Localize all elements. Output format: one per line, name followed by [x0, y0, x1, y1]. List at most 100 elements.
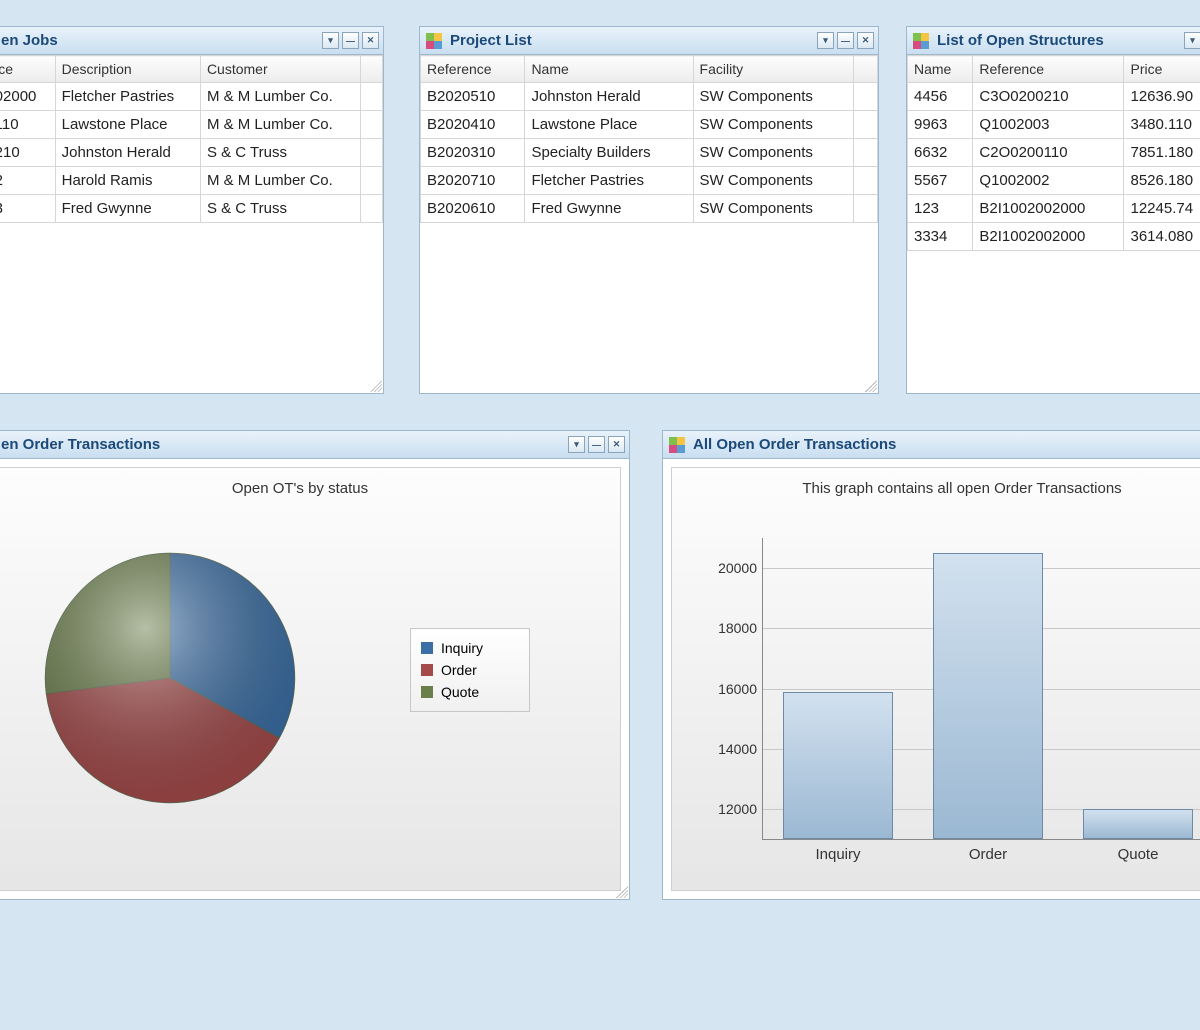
table-row[interactable]: 002Harold RamisM & M Lumber Co.: [0, 167, 383, 195]
x-axis-label: Order: [918, 846, 1058, 863]
table-cell[interactable]: 002: [0, 167, 55, 195]
table-cell[interactable]: B2I1002002000: [973, 223, 1124, 251]
table-row[interactable]: 3334B2I10020020003614.080: [908, 223, 1200, 251]
table-cell[interactable]: 003: [0, 195, 55, 223]
column-header[interactable]: Customer: [200, 56, 361, 83]
table-row[interactable]: 00110Lawstone PlaceM & M Lumber Co.: [0, 111, 383, 139]
table-row[interactable]: 4456C3O020021012636.90: [908, 83, 1200, 111]
table-cell[interactable]: B2020710: [421, 167, 525, 195]
table-cell[interactable]: SW Components: [693, 83, 854, 111]
close-icon[interactable]: ✕: [608, 436, 625, 453]
table-cell[interactable]: SW Components: [693, 139, 854, 167]
table-row[interactable]: 5567Q10020028526.180: [908, 167, 1200, 195]
table-cell[interactable]: SW Components: [693, 195, 854, 223]
column-header[interactable]: Reference: [973, 56, 1124, 83]
panel-header[interactable]: Project List ▾ — ✕: [420, 27, 878, 55]
table-cell[interactable]: 5567: [908, 167, 973, 195]
table-cell[interactable]: B2020310: [421, 139, 525, 167]
table-cell[interactable]: 8526.180: [1124, 167, 1200, 195]
chart-legend: Inquiry Order Quote: [410, 628, 530, 712]
table-cell[interactable]: B2020410: [421, 111, 525, 139]
bar-chart-area: This graph contains all open Order Trans…: [671, 467, 1200, 891]
table-cell[interactable]: B2I1002002000: [973, 195, 1124, 223]
table-cell[interactable]: M & M Lumber Co.: [200, 167, 361, 195]
table-cell[interactable]: 2002000: [0, 83, 55, 111]
table-cell[interactable]: Specialty Builders: [525, 139, 693, 167]
column-header[interactable]: Price: [1124, 56, 1200, 83]
table-row[interactable]: B2020310Specialty BuildersSW Components: [421, 139, 878, 167]
column-header[interactable]: Reference: [421, 56, 525, 83]
table-row[interactable]: 2002000Fletcher PastriesM & M Lumber Co.: [0, 83, 383, 111]
resize-handle-icon[interactable]: [370, 380, 382, 392]
table-cell[interactable]: 3614.080: [1124, 223, 1200, 251]
project-list-table[interactable]: ReferenceNameFacility B2020510Johnston H…: [420, 55, 878, 223]
panel-header[interactable]: All Open Order Transactions: [663, 431, 1200, 459]
table-row[interactable]: B2020710Fletcher PastriesSW Components: [421, 167, 878, 195]
dropdown-icon[interactable]: ▾: [568, 436, 585, 453]
table-cell[interactable]: 00110: [0, 111, 55, 139]
table-cell[interactable]: Harold Ramis: [55, 167, 200, 195]
column-header[interactable]: Description: [55, 56, 200, 83]
table-row[interactable]: B2020610Fred GwynneSW Components: [421, 195, 878, 223]
table-cell[interactable]: SW Components: [693, 111, 854, 139]
table-cell[interactable]: 12245.74: [1124, 195, 1200, 223]
panel-open-structures: List of Open Structures ▾ — ✕ NameRefere…: [906, 26, 1200, 394]
close-icon[interactable]: ✕: [362, 32, 379, 49]
open-structures-table[interactable]: NameReferencePrice 4456C3O020021012636.9…: [907, 55, 1200, 251]
table-cell[interactable]: Q1002002: [973, 167, 1124, 195]
table-cell[interactable]: Lawstone Place: [525, 111, 693, 139]
table-row[interactable]: 003Fred GwynneS & C Truss: [0, 195, 383, 223]
table-cell[interactable]: 7851.180: [1124, 139, 1200, 167]
table-cell[interactable]: 3334: [908, 223, 973, 251]
table-cell[interactable]: B2020510: [421, 83, 525, 111]
table-cell[interactable]: 00210: [0, 139, 55, 167]
table-cell[interactable]: Fletcher Pastries: [55, 83, 200, 111]
table-cell[interactable]: 3480.110: [1124, 111, 1200, 139]
table-row[interactable]: B2020510Johnston HeraldSW Components: [421, 83, 878, 111]
table-row[interactable]: 00210Johnston HeraldS & C Truss: [0, 139, 383, 167]
minimize-icon[interactable]: —: [342, 32, 359, 49]
legend-item: Inquiry: [421, 637, 519, 659]
table-cell[interactable]: Johnston Herald: [55, 139, 200, 167]
table-cell[interactable]: 123: [908, 195, 973, 223]
table-cell[interactable]: S & C Truss: [200, 195, 361, 223]
table-cell[interactable]: Q1002003: [973, 111, 1124, 139]
column-header[interactable]: rence: [0, 56, 55, 83]
column-header[interactable]: Facility: [693, 56, 854, 83]
dropdown-icon[interactable]: ▾: [322, 32, 339, 49]
table-row[interactable]: B2020410Lawstone PlaceSW Components: [421, 111, 878, 139]
dropdown-icon[interactable]: ▾: [817, 32, 834, 49]
table-cell[interactable]: 6632: [908, 139, 973, 167]
table-cell[interactable]: M & M Lumber Co.: [200, 111, 361, 139]
dropdown-icon[interactable]: ▾: [1184, 32, 1200, 49]
table-cell[interactable]: 9963: [908, 111, 973, 139]
panel-header[interactable]: en Jobs ▾ — ✕: [0, 27, 383, 55]
panel-header[interactable]: en Order Transactions ▾ — ✕: [0, 431, 629, 459]
table-cell[interactable]: Fletcher Pastries: [525, 167, 693, 195]
table-cell[interactable]: Lawstone Place: [55, 111, 200, 139]
table-cell[interactable]: C3O0200210: [973, 83, 1124, 111]
table-cell[interactable]: Fred Gwynne: [55, 195, 200, 223]
table-row[interactable]: 9963Q10020033480.110: [908, 111, 1200, 139]
column-header[interactable]: Name: [525, 56, 693, 83]
minimize-icon[interactable]: —: [837, 32, 854, 49]
resize-handle-icon[interactable]: [616, 886, 628, 898]
close-icon[interactable]: ✕: [857, 32, 874, 49]
table-cell[interactable]: B2020610: [421, 195, 525, 223]
table-cell[interactable]: C2O0200110: [973, 139, 1124, 167]
resize-handle-icon[interactable]: [865, 380, 877, 392]
table-cell[interactable]: S & C Truss: [200, 139, 361, 167]
table-cell[interactable]: Fred Gwynne: [525, 195, 693, 223]
panel-header[interactable]: List of Open Structures ▾ — ✕: [907, 27, 1200, 55]
panel-open-jobs: en Jobs ▾ — ✕ renceDescriptionCustomer 2…: [0, 26, 384, 394]
table-cell[interactable]: 4456: [908, 83, 973, 111]
open-jobs-table[interactable]: renceDescriptionCustomer 2002000Fletcher…: [0, 55, 383, 223]
table-cell[interactable]: Johnston Herald: [525, 83, 693, 111]
table-cell[interactable]: 12636.90: [1124, 83, 1200, 111]
table-row[interactable]: 6632C2O02001107851.180: [908, 139, 1200, 167]
minimize-icon[interactable]: —: [588, 436, 605, 453]
table-cell[interactable]: M & M Lumber Co.: [200, 83, 361, 111]
table-cell[interactable]: SW Components: [693, 167, 854, 195]
table-row[interactable]: 123B2I100200200012245.74: [908, 195, 1200, 223]
column-header[interactable]: Name: [908, 56, 973, 83]
